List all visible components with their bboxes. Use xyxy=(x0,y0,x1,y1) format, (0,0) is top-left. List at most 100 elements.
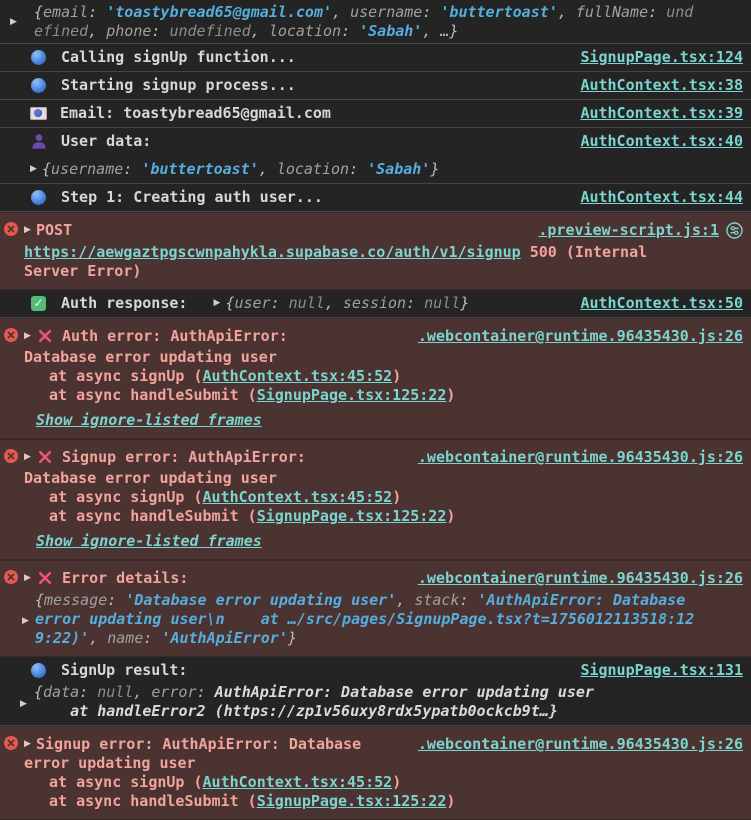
red-x-icon xyxy=(38,571,53,590)
text-segment: ) xyxy=(446,792,456,810)
devtools-console: ▶ {email: 'toastybread65@gmail.com', use… xyxy=(0,0,751,820)
source-location-link[interactable]: .webcontainer@runtime.96435430.js:26 xyxy=(406,569,743,588)
stack-frame-line: at async handleSubmit (SignupPage.tsx:12… xyxy=(24,507,743,526)
text-segment: at async signUp ( xyxy=(49,367,203,385)
text-segment: ) xyxy=(392,488,402,506)
inline-link[interactable]: SignupPage.tsx:125:22 xyxy=(257,386,447,404)
object-preview-line: efined, phone: undefined, location: 'Sab… xyxy=(34,22,743,41)
tune-icon[interactable] xyxy=(726,222,743,244)
text-segment: { xyxy=(34,683,44,701)
expand-triangle-icon[interactable]: ▶ xyxy=(24,221,36,240)
console-row-calling-signup: Calling signUp function... SignupPage.ts… xyxy=(0,44,751,72)
text-segment: at async signUp ( xyxy=(49,773,203,791)
stack-frame-line: at async handleSubmit (SignupPage.tsx:12… xyxy=(24,386,743,405)
source-location-link[interactable]: .webcontainer@runtime.96435430.js:26 xyxy=(406,327,743,346)
show-ignore-listed-frames-link[interactable]: Show ignore-listed frames xyxy=(36,411,262,429)
source-location-link[interactable]: AuthContext.tsx:39 xyxy=(568,104,743,123)
text-segment: { xyxy=(42,160,52,178)
console-row-signup-error: ▶ Signup error: AuthApiError: .webcontai… xyxy=(0,439,751,560)
inline-link[interactable]: AuthContext.tsx:45:52 xyxy=(203,773,393,791)
text-segment: error updating user\n at …/src/pages/Sig… xyxy=(35,610,695,628)
text-segment: : xyxy=(270,294,289,312)
source-location-link[interactable]: AuthContext.tsx:44 xyxy=(568,188,743,207)
text-segment: , xyxy=(89,629,108,647)
inline-link[interactable]: SignupPage.tsx:125:22 xyxy=(257,507,447,525)
expand-triangle-icon[interactable]: ▶ xyxy=(24,569,36,588)
error-message: Signup error: AuthApiError: xyxy=(62,448,306,466)
source-location-link[interactable]: SignupPage.tsx:124 xyxy=(568,48,743,67)
text-segment: Server Error) xyxy=(24,262,142,280)
expand-triangle-icon[interactable]: ▶ xyxy=(213,294,225,313)
console-row-auth-response: ✓ Auth response: ▶ {user: null, session:… xyxy=(0,290,751,318)
expand-triangle-icon[interactable]: ▶ xyxy=(30,160,42,179)
error-detail-line: Database error updating user xyxy=(24,469,743,488)
text-segment: , xyxy=(250,22,269,40)
text-segment: : xyxy=(107,591,126,609)
text-segment: 'buttertoast' xyxy=(141,160,259,178)
console-row-user-data: User data: AuthContext.tsx:40 ▶ {usernam… xyxy=(0,128,751,184)
inline-link[interactable]: SignupPage.tsx:125:22 xyxy=(257,792,447,810)
log-message: Starting signup process... xyxy=(61,76,296,94)
show-ignore-listed-frames-link[interactable]: Show ignore-listed frames xyxy=(36,532,262,550)
source-location-link[interactable]: .webcontainer@runtime.96435430.js:26 xyxy=(406,735,743,754)
console-row-error-details: ▶ Error details: .webcontainer@runtime.9… xyxy=(0,560,751,657)
inline-link[interactable]: AuthContext.tsx:45:52 xyxy=(203,367,393,385)
text-segment: 'AuthApiError: Database xyxy=(477,591,686,609)
text-segment: AuthApiError: Database error updating us… xyxy=(214,683,594,701)
text-segment: , xyxy=(88,22,107,40)
blue-circle-icon xyxy=(31,78,46,93)
expand-triangle-icon[interactable]: ▶ xyxy=(24,448,36,467)
error-badge-icon xyxy=(4,222,18,236)
text-segment: , xyxy=(396,591,415,609)
text-segment: email xyxy=(43,3,89,21)
source-location-link[interactable]: .preview-script.js:1 xyxy=(526,221,719,240)
error-detail-line: Database error updating user xyxy=(24,348,743,367)
text-segment: ) xyxy=(446,507,456,525)
source-location-link[interactable]: AuthContext.tsx:40 xyxy=(568,132,743,151)
text-segment: 'Sabah' xyxy=(367,160,431,178)
text-segment: 'AuthApiError' xyxy=(161,629,288,647)
source-location-link[interactable]: SignupPage.tsx:131 xyxy=(568,661,743,680)
text-segment: , xyxy=(557,3,576,21)
text-segment: 9:22)' xyxy=(35,629,90,647)
blue-circle-icon xyxy=(31,50,46,65)
inline-link[interactable]: https://aewgaztpgscwnpahykla.supabase.co… xyxy=(24,243,521,261)
text-segment: null xyxy=(288,294,325,312)
text-segment: user xyxy=(234,294,271,312)
expand-triangle-icon[interactable]: ▶ xyxy=(10,13,22,32)
text-segment: { xyxy=(34,3,44,21)
text-segment: at async handleSubmit ( xyxy=(49,507,257,525)
text-segment: 'Sabah' xyxy=(359,22,423,40)
log-message: SignUp result: xyxy=(61,661,188,679)
text-segment: ) xyxy=(392,367,402,385)
text-segment: , xyxy=(133,683,152,701)
error-message: Error details: xyxy=(62,569,189,587)
text-segment: at async handleSubmit ( xyxy=(49,386,257,404)
text-segment: efined xyxy=(34,22,89,40)
log-message: Auth response: xyxy=(61,294,188,312)
text-segment: fullName xyxy=(575,3,649,21)
expand-triangle-icon[interactable]: ▶ xyxy=(24,735,36,754)
text-segment: location xyxy=(276,160,350,178)
stack-frame-line: at async signUp (AuthContext.tsx:45:52) xyxy=(24,367,743,386)
check-icon: ✓ xyxy=(31,296,46,311)
source-location-link[interactable]: AuthContext.tsx:50 xyxy=(568,294,743,313)
object-preview-line: {username: 'buttertoast', location: 'Sab… xyxy=(42,160,439,179)
error-message: Auth error: AuthApiError: xyxy=(62,327,288,345)
expand-triangle-icon[interactable]: ▶ xyxy=(20,695,32,714)
source-location-link[interactable]: AuthContext.tsx:38 xyxy=(568,76,743,95)
text-segment: ) xyxy=(446,386,456,404)
text-segment: data xyxy=(43,683,80,701)
stack-frame-line: at async signUp (AuthContext.tsx:45:52) xyxy=(24,773,743,792)
object-preview-line: {email: 'toastybread65@gmail.com', usern… xyxy=(34,3,743,22)
stack-frame-line: at async signUp (AuthContext.tsx:45:52) xyxy=(24,488,743,507)
error-badge-icon xyxy=(4,328,18,342)
error-detail-line: error updating user xyxy=(24,754,743,773)
source-location-link[interactable]: .webcontainer@runtime.96435430.js:26 xyxy=(406,448,743,467)
email-icon xyxy=(30,107,47,120)
inline-link[interactable]: AuthContext.tsx:45:52 xyxy=(203,488,393,506)
console-row-auth-error: ▶ Auth error: AuthApiError: .webcontaine… xyxy=(0,318,751,439)
text-segment: , xyxy=(332,3,351,21)
expand-triangle-icon[interactable]: ▶ xyxy=(22,612,34,631)
expand-triangle-icon[interactable]: ▶ xyxy=(24,327,36,346)
